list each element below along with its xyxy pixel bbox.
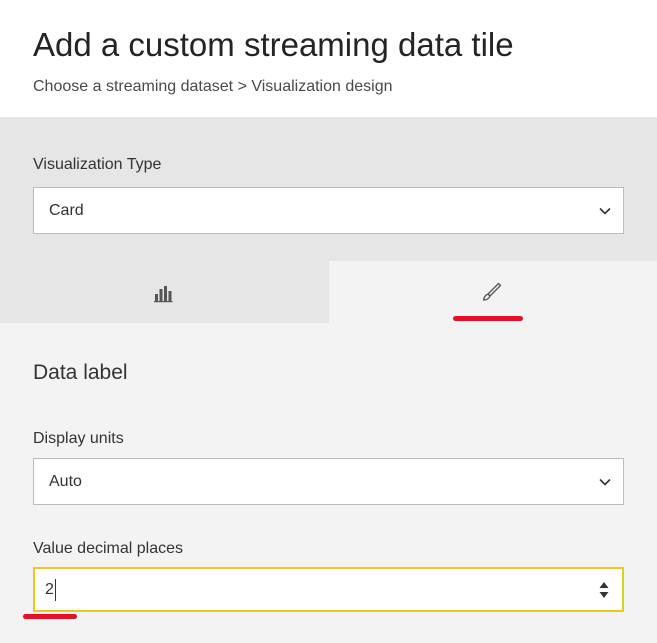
text-caret — [55, 579, 56, 601]
dialog-header: Add a custom streaming data tile Choose … — [0, 0, 657, 117]
data-label-heading: Data label — [33, 361, 128, 384]
paintbrush-icon — [482, 282, 502, 301]
tab-format[interactable] — [329, 261, 657, 323]
visualization-type-section: Visualization Type Card — [0, 117, 657, 261]
display-units-label: Display units — [33, 430, 124, 447]
number-spinner-icon[interactable] — [598, 580, 610, 600]
decimal-places-label: Value decimal places — [33, 540, 184, 557]
visualization-type-value: Card — [49, 202, 84, 219]
visualization-tabs — [0, 261, 657, 323]
display-units-dropdown[interactable]: Auto — [33, 458, 624, 505]
breadcrumb: Choose a streaming dataset > Visualizati… — [33, 78, 393, 95]
input-highlight-underline — [23, 614, 77, 619]
decimal-places-input[interactable]: 2 — [33, 567, 624, 612]
page-title: Add a custom streaming data tile — [33, 26, 514, 63]
chevron-down-icon — [599, 478, 611, 486]
bar-chart-icon — [154, 286, 173, 303]
tab-fields[interactable] — [0, 261, 329, 323]
visualization-type-dropdown[interactable]: Card — [33, 187, 624, 234]
display-units-value: Auto — [49, 473, 82, 490]
chevron-down-icon — [599, 207, 611, 215]
format-panel: Data label Display units Auto Value deci… — [0, 323, 657, 643]
decimal-places-value: 2 — [45, 581, 54, 598]
visualization-type-label: Visualization Type — [33, 156, 162, 173]
format-tab-highlight — [453, 316, 523, 321]
